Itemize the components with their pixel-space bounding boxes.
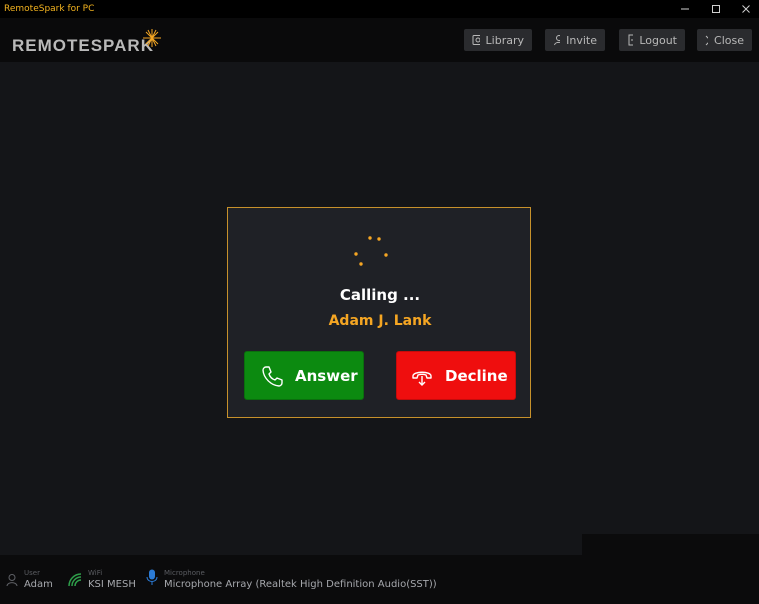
invite-icon: [554, 35, 561, 46]
wifi-caption: WiFi: [88, 569, 103, 577]
status-user: User Adam: [6, 569, 53, 591]
invite-button[interactable]: Invite: [545, 29, 605, 51]
status-microphone: Microphone Microphone Array (Realtek Hig…: [146, 569, 437, 591]
decline-label: Decline: [445, 366, 508, 385]
microphone-caption: Microphone: [164, 569, 205, 577]
library-button[interactable]: Library: [464, 29, 532, 51]
status-wifi: WiFi KSI MESH: [68, 569, 136, 591]
microphone-value: Microphone Array (Realtek High Definitio…: [164, 579, 437, 590]
invite-label: Invite: [566, 33, 597, 47]
call-dialog: Calling ... Adam J. Lank Answer Decline: [227, 207, 531, 418]
maximize-icon: [712, 5, 720, 13]
library-icon: [472, 35, 480, 45]
loading-spinner-icon: [354, 236, 388, 266]
status-bar-extension: [582, 534, 759, 555]
app-window: RemoteSpark for PC REMOTESPARK Library I…: [0, 0, 759, 604]
logout-icon: [628, 34, 634, 46]
title-bar: RemoteSpark for PC: [0, 0, 759, 18]
logout-button[interactable]: Logout: [619, 29, 685, 51]
wifi-value: KSI MESH: [88, 579, 136, 590]
close-icon: [705, 35, 709, 45]
spark-icon: [143, 29, 161, 47]
window-close-button[interactable]: [730, 0, 759, 18]
status-bar: User Adam WiFi KSI MESH Microphone Micro…: [0, 555, 759, 604]
phone-icon: [262, 365, 283, 387]
minimize-button[interactable]: [669, 0, 701, 18]
caller-name: Adam J. Lank: [328, 313, 432, 329]
close-icon: [742, 5, 750, 13]
close-label: Close: [714, 33, 744, 47]
call-status: Calling ...: [339, 286, 421, 304]
user-caption: User: [24, 569, 40, 577]
answer-label: Answer: [295, 366, 358, 385]
window-title: RemoteSpark for PC: [4, 4, 95, 14]
logout-label: Logout: [639, 33, 677, 47]
maximize-button[interactable]: [700, 0, 732, 18]
microphone-icon: [146, 569, 158, 585]
wifi-icon: [68, 573, 82, 587]
library-label: Library: [485, 33, 524, 47]
user-value: Adam: [24, 579, 53, 590]
hang-up-icon: [412, 371, 432, 386]
answer-button[interactable]: Answer: [244, 351, 364, 400]
minimize-icon: [681, 8, 689, 10]
user-icon: [6, 574, 18, 587]
logo-text: REMOTESPARK: [12, 36, 154, 55]
decline-button[interactable]: Decline: [396, 351, 516, 400]
app-header: REMOTESPARK Library Invite Logout Close: [0, 18, 759, 62]
close-button[interactable]: Close: [697, 29, 752, 51]
